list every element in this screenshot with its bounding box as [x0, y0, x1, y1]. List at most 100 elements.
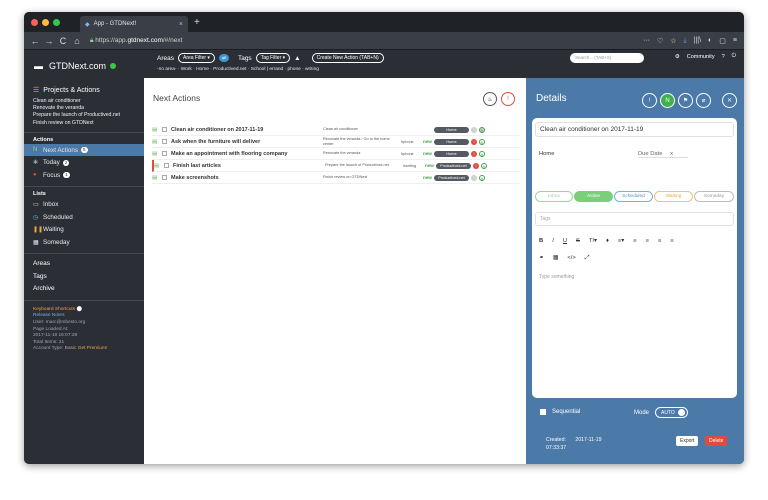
sidebar-item-areas[interactable]: Areas — [24, 257, 144, 270]
sidebar-item-archive[interactable]: Archive — [24, 282, 144, 295]
strikethrough-button[interactable]: S — [576, 238, 580, 244]
complete-checkbox[interactable] — [162, 127, 167, 132]
action-row[interactable]: ▤ Finish last articles Prepare the launch … — [152, 160, 520, 172]
priority-status-icon[interactable]: ! — [471, 150, 477, 157]
status-inbox-button[interactable]: Inbox — [535, 191, 573, 202]
next-status-icon[interactable]: N — [481, 162, 487, 169]
action-name[interactable]: Ask when the furniture will deliver — [171, 139, 323, 145]
next-status-icon[interactable]: N — [479, 174, 485, 181]
underline-button[interactable]: U — [563, 238, 567, 244]
indent-button[interactable]: ≡ — [658, 238, 661, 244]
keyboard-shortcuts-link[interactable]: Keyboard Shortcuts — [33, 307, 75, 312]
priority-icon[interactable]: ! — [642, 93, 657, 108]
sequential-option[interactable]: Sequential — [540, 409, 580, 415]
delete-button[interactable]: Delete — [705, 436, 728, 446]
complete-checkbox[interactable] — [162, 139, 167, 144]
home-icon[interactable]: ⌂ — [70, 36, 84, 46]
complete-checkbox[interactable] — [162, 175, 167, 180]
action-row[interactable]: ▤ Make screenshots Finish review on GTDNex… — [152, 172, 520, 184]
reload-icon[interactable]: C — [56, 36, 70, 46]
tab-close-icon[interactable]: × — [179, 21, 183, 28]
sidebar-item-someday[interactable]: ▦ Someday — [24, 236, 144, 249]
sidebar-item-tags[interactable]: Tags — [24, 270, 144, 283]
address-field[interactable]: 🔒︎ https://app.gtdnext.com/#/next — [90, 37, 643, 45]
action-row[interactable]: ▤ Clean air conditioner on 2017-11-19 Clea… — [152, 124, 520, 136]
community-link[interactable]: Community — [687, 54, 715, 60]
fullscreen-button[interactable]: ⤢ — [585, 255, 590, 262]
next-status-icon[interactable]: N — [479, 126, 485, 133]
swap-filter-icon[interactable]: ⇄ — [218, 54, 229, 62]
search-input[interactable]: Search... (TAB+S) — [570, 53, 644, 63]
table-button[interactable]: ▦ — [553, 255, 558, 262]
sidebar-toggle-icon[interactable]: ▢ — [719, 37, 726, 45]
status-scheduled-button[interactable]: Scheduled — [614, 191, 653, 202]
complete-checkbox[interactable] — [164, 163, 169, 168]
paragraph-button[interactable]: ≡▾ — [618, 238, 624, 244]
app-logo[interactable]: ▬ GTDNext.com — [24, 50, 144, 82]
italic-button[interactable]: I — [552, 238, 554, 244]
create-action-button[interactable]: Create New Action (TAB+N) — [311, 53, 384, 63]
area-tag-quick-links[interactable]: -no area- · Work · Home · Productived.ne… — [157, 67, 319, 72]
context-badge[interactable]: Productived.net — [436, 162, 471, 169]
browser-tab[interactable]: ◆ App - GTDNext! × — [80, 16, 188, 32]
help-icon[interactable]: ? — [722, 54, 725, 60]
project-item[interactable]: Finish review on GTDNext — [33, 120, 135, 127]
project-item[interactable]: Clean air conditioner — [33, 98, 135, 105]
mode-toggle[interactable]: AUTO — [655, 407, 688, 418]
action-tag[interactable]: #writing — [403, 164, 425, 168]
area-selector[interactable]: Home — [539, 151, 554, 157]
context-badge[interactable]: Productived.net — [434, 174, 469, 181]
priority-status-icon[interactable]: ! — [473, 162, 479, 169]
action-name[interactable]: Finish last articles — [173, 163, 325, 169]
library-icon[interactable]: |||\ — [694, 37, 701, 45]
new-tab-button[interactable]: + — [194, 17, 200, 28]
context-badge[interactable]: Home — [434, 138, 469, 145]
close-window-button[interactable] — [31, 18, 38, 26]
gear-icon[interactable]: ⚙ — [675, 54, 680, 60]
sidebar-item-focus[interactable]: ● Focus 1 — [24, 169, 144, 182]
outdent-button[interactable]: ≡ — [670, 238, 673, 244]
collapse-caret-icon[interactable]: ▲ — [294, 55, 300, 62]
action-name[interactable]: Clean air conditioner on 2017-11-19 — [171, 127, 323, 133]
context-badge[interactable]: Home — [434, 126, 469, 133]
code-button[interactable]: </> — [567, 255, 575, 262]
ordered-list-button[interactable]: ≡ — [633, 238, 636, 244]
context-badge[interactable]: Home — [434, 150, 469, 157]
action-row[interactable]: ▤ Make an appointment with flooring compa… — [152, 148, 520, 160]
status-waiting-button[interactable]: Waiting — [654, 191, 693, 202]
sidebar-item-waiting[interactable]: ❚❚ Waiting — [24, 223, 144, 236]
bold-button[interactable]: B — [539, 238, 543, 244]
focus-alert-icon[interactable]: ! — [501, 92, 515, 106]
status-active-button[interactable]: Active — [574, 191, 613, 202]
next-action-icon[interactable]: N — [660, 93, 675, 108]
menu-icon[interactable]: ≡ — [733, 37, 737, 45]
attachment-icon[interactable]: ⌀ — [696, 93, 711, 108]
bookmark-star-icon[interactable]: ☆ — [670, 37, 676, 45]
back-icon[interactable]: ← — [28, 36, 42, 46]
action-name[interactable]: Make screenshots — [171, 175, 323, 181]
get-premium-link[interactable]: Get Premium! — [78, 346, 108, 351]
priority-status-icon[interactable]: ! — [471, 174, 477, 181]
tag-filter-dropdown[interactable]: Tag Filter ▾ — [255, 53, 291, 63]
project-item[interactable]: Prepare the launch of Productived.net — [33, 112, 135, 119]
page-actions-icon[interactable]: ··· — [643, 37, 650, 45]
action-tag[interactable]: #phone — [401, 152, 423, 156]
next-status-icon[interactable]: N — [479, 138, 485, 145]
due-date-field[interactable]: Due Date x — [638, 151, 688, 158]
minimize-window-button[interactable] — [42, 18, 49, 26]
status-someday-button[interactable]: Someday — [694, 191, 734, 202]
logout-icon[interactable]: ⏻ — [732, 53, 736, 60]
release-notes-link[interactable]: Release Notes — [33, 313, 135, 320]
font-size-button[interactable]: TI▾ — [589, 238, 597, 244]
tags-input[interactable]: Tags — [535, 212, 734, 226]
area-filter-dropdown[interactable]: Area Filter ▾ — [177, 53, 215, 63]
fire-icon[interactable]: ♨ — [483, 92, 497, 106]
maximize-window-button[interactable] — [53, 18, 60, 26]
sidebar-item-next-actions[interactable]: N Next Actions 5 — [24, 143, 144, 157]
sequential-checkbox[interactable] — [540, 409, 546, 415]
close-icon[interactable]: ✕ — [722, 93, 737, 108]
color-button[interactable]: ♦ — [606, 238, 609, 244]
pocket-icon[interactable]: ♡ — [657, 37, 663, 45]
toggle-icon[interactable]: ⬤ — [76, 307, 81, 312]
action-row[interactable]: ▤ Ask when the furniture will deliver Reno… — [152, 136, 520, 148]
